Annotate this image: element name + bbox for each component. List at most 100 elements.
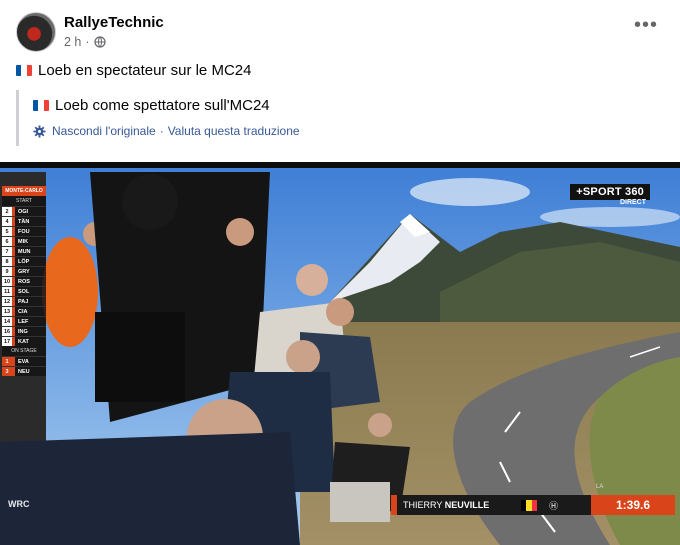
post-meta: 2 h · [64,35,106,49]
belgium-flag-icon [521,499,537,511]
standings-row: 12 PAJ [2,296,46,306]
standings-position: 6 [2,237,12,246]
standings-row: 10 ROS [2,276,46,286]
translation-links: Nascondi l'originale · Valuta questa tra… [33,124,316,138]
post-video[interactable]: MONTE-CARLO START 2 OGI 4 TÄN 5 FOU 6 MIK 7 MUN 8 L… [0,162,680,545]
more-options-icon[interactable]: ••• [634,15,658,40]
standings-on-stage-label: ON STAGE [11,348,37,354]
standings-row: 5 FOU [2,226,46,236]
author-name[interactable]: RallyeTechnic [64,14,164,31]
on-stage-list: 1 EVA 3 NEU [2,356,46,376]
france-flag-icon [33,100,49,111]
standings-driver-code: LÖP [18,258,30,265]
standings-driver-code: GRY [18,268,30,275]
standings-driver-code: OGI [18,208,29,215]
standings-driver-code: ING [18,328,28,335]
standings-row: 16 ING [2,326,46,336]
driver-first-name: THIERRY [403,500,443,510]
standings-accent [12,357,15,366]
standings-accent [12,217,15,226]
standings-accent [12,337,15,346]
standings-position: 2 [2,207,12,216]
standings-row: 14 LEF [2,316,46,326]
standings-driver-code: MUN [18,248,31,255]
author-avatar[interactable] [16,12,56,52]
standings-driver-code: TÄN [18,218,30,225]
standings-accent [12,227,15,236]
hyundai-logo-icon: Ⓗ [549,500,559,511]
stage-time: 1:39.6 [591,495,675,515]
accent-stripe [391,495,397,515]
standings-accent [12,307,15,316]
standings-accent [12,317,15,326]
standings-position: 4 [2,217,12,226]
standings-rally-name: MONTE-CARLO [2,186,46,196]
standings-accent [12,327,15,336]
standings-position: 13 [2,307,12,316]
standings-start-label: START [16,198,32,204]
gear-icon [33,124,46,138]
standings-position: 8 [2,257,12,266]
rate-translation-link[interactable]: Valuta questa traduzione [168,124,300,138]
standings-accent [12,237,15,246]
standings-row: 8 LÖP [2,256,46,266]
standings-position: 17 [2,337,12,346]
standings-row: 13 CIA [2,306,46,316]
standings-row: 9 GRY [2,266,46,276]
standings-accent [12,367,15,376]
standings-position: 5 [2,227,12,236]
post-time[interactable]: 2 h [64,35,81,49]
driver-name: THIERRY NEUVILLE [403,500,521,510]
standings-row: 17 KAT [2,336,46,346]
standings-accent [12,247,15,256]
standings-row: 11 SOL [2,286,46,296]
driver-timing-bar: THIERRY NEUVILLE Ⓗ 1:39.6 [391,495,675,515]
translated-text-content: Loeb come spettatore sull'MC24 [55,97,270,114]
standings-accent [12,287,15,296]
standings-accent [12,297,15,306]
standings-position: 14 [2,317,12,326]
standings-accent [12,267,15,276]
standings-driver-code: KAT [18,338,29,345]
time-label: LA [596,484,604,490]
standings-driver-code: CIA [18,308,28,315]
post-text: Loeb en spectateur sur le MC24 [16,62,251,79]
standings-row: 4 TÄN [2,216,46,226]
standings-driver-code: ROS [18,278,30,285]
standings-row: 2 OGI [2,206,46,216]
standings-accent [12,257,15,266]
post-header: RallyeTechnic 2 h · ••• [0,0,680,62]
standings-panel: MONTE-CARLO START 2 OGI 4 TÄN 5 FOU 6 MIK 7 MUN 8 L… [2,186,46,376]
standings-list: 2 OGI 4 TÄN 5 FOU 6 MIK 7 MUN 8 LÖP 9 GRY 10 ROS 11 SOL 12… [2,206,46,346]
driver-last-name: NEUVILLE [444,500,490,510]
standings-driver-code: PAJ [18,298,29,305]
standings-row: 6 MIK [2,236,46,246]
globe-icon [93,36,106,48]
standings-position: 11 [2,287,12,296]
standings-driver-code: SOL [18,288,30,295]
standings-position: 10 [2,277,12,286]
standings-position: 1 [2,357,12,366]
standings-accent [12,277,15,286]
standings-driver-code: LEF [18,318,29,325]
standings-position: 16 [2,327,12,336]
video-frame [0,162,680,545]
broadcaster-logo: +SPORT 360 [570,184,650,200]
standings-position: 7 [2,247,12,256]
standings-driver-code: MIK [18,238,29,245]
france-flag-icon [16,65,32,76]
standings-accent [12,207,15,216]
hide-original-link[interactable]: Nascondi l'originale [52,124,156,138]
standings-row: 7 MUN [2,246,46,256]
post-text-content: Loeb en spectateur sur le MC24 [38,62,252,79]
translated-text: Loeb come spettatore sull'MC24 [33,97,316,114]
standings-driver-code: NEU [18,368,30,375]
translation-block: Loeb come spettatore sull'MC24 Nascondi … [16,90,316,146]
standings-driver-code: FOU [18,228,30,235]
wrc-logo: WRC [8,499,30,509]
live-label: DIRECT [619,199,646,206]
standings-position: 3 [2,367,12,376]
standings-row: 1 EVA [2,356,46,366]
standings-driver-code: EVA [18,358,29,365]
standings-position: 9 [2,267,12,276]
